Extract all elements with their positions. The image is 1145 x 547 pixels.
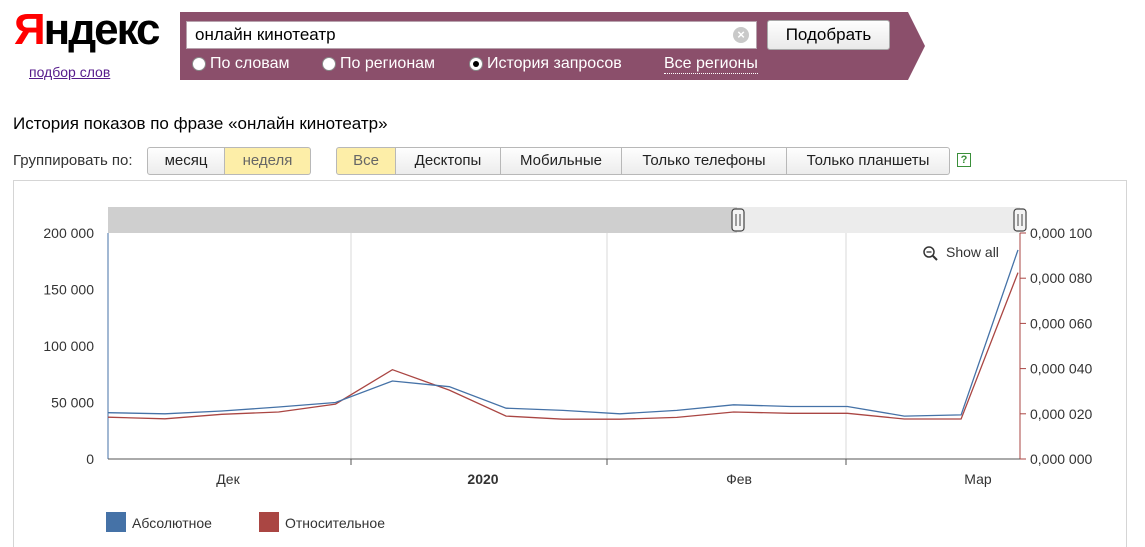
y-right-tick-label: 0,000 020 xyxy=(1030,406,1092,422)
y-left-tick-label: 50 000 xyxy=(51,395,94,411)
y-left-tick-label: 0 xyxy=(86,451,94,467)
search-input[interactable] xyxy=(186,21,757,49)
legend-relative-label[interactable]: Относительное xyxy=(285,515,385,531)
radio-icon[interactable] xyxy=(192,57,206,71)
show-all-button[interactable]: Show all xyxy=(923,244,999,261)
device-filter: Все Десктопы Мобильные Только телефоны Т… xyxy=(336,147,950,175)
grouping-label: Группировать по: xyxy=(13,152,133,169)
legend-relative-swatch[interactable] xyxy=(259,512,279,532)
device-mobile-button[interactable]: Мобильные xyxy=(501,147,622,175)
group-week-button[interactable]: неделя xyxy=(225,147,311,175)
help-icon[interactable]: ? xyxy=(957,153,971,167)
clear-icon[interactable]: × xyxy=(733,27,749,43)
y-left-tick-label: 100 000 xyxy=(43,338,94,354)
wordstat-page: Яндекс подбор слов × Подобрать По словам… xyxy=(0,0,1145,547)
series-absolute-line xyxy=(107,249,1019,417)
mode-by-regions[interactable]: По регионам xyxy=(322,55,435,73)
y-right-tick-label: 0,000 080 xyxy=(1030,270,1092,286)
yandex-logo[interactable]: Яндекс xyxy=(14,6,161,54)
x-tick-label: 2020 xyxy=(467,471,498,487)
legend-absolute-label[interactable]: Абсолютное xyxy=(132,515,212,531)
chart-canvas: 0 50 000 100 000 150 000 200 000 0,000 000 0,0… xyxy=(43,207,1092,532)
submit-button[interactable]: Подобрать xyxy=(767,20,890,50)
device-tablets-button[interactable]: Только планшеты xyxy=(787,147,950,175)
device-phones-button[interactable]: Только телефоны xyxy=(622,147,787,175)
y-right-tick-label: 0,000 100 xyxy=(1030,225,1092,241)
series-relative-line xyxy=(107,272,1019,420)
search-banner: × Подобрать По словам По регионам Истори… xyxy=(180,12,925,80)
y-right-tick-label: 0,000 000 xyxy=(1030,451,1092,467)
group-month-button[interactable]: месяц xyxy=(147,147,225,175)
all-regions-link[interactable]: Все регионы xyxy=(664,55,758,74)
y-left-tick-label: 200 000 xyxy=(43,225,94,241)
history-chart: 0 50 000 100 000 150 000 200 000 0,000 000 0,0… xyxy=(13,180,1127,547)
x-tick-label: Фев xyxy=(726,471,752,487)
y-left-tick-label: 150 000 xyxy=(43,282,94,298)
mode-by-words[interactable]: По словам xyxy=(192,55,289,73)
x-tick-label: Дек xyxy=(216,471,240,487)
show-all-label[interactable]: Show all xyxy=(946,244,999,260)
y-right-tick-label: 0,000 060 xyxy=(1030,315,1092,331)
grouping-toggle: месяц неделя xyxy=(147,147,311,175)
device-desktop-button[interactable]: Десктопы xyxy=(396,147,501,175)
navigator-left-handle[interactable] xyxy=(731,208,745,232)
navigator-selection[interactable] xyxy=(737,207,1020,233)
radio-icon[interactable] xyxy=(322,57,336,71)
page-title: История показов по фразе «онлайн кинотеа… xyxy=(13,114,388,133)
zoom-out-icon-handle xyxy=(932,255,938,261)
y-right-tick-label: 0,000 040 xyxy=(1030,361,1092,377)
navigator-right-handle[interactable] xyxy=(1013,208,1027,232)
x-tick-label: Мар xyxy=(964,471,992,487)
device-all-button[interactable]: Все xyxy=(336,147,396,175)
wordstat-home-link[interactable]: подбор слов xyxy=(29,64,110,80)
mode-history[interactable]: История запросов xyxy=(469,55,622,73)
radio-selected-icon[interactable] xyxy=(469,57,483,71)
legend-absolute-swatch[interactable] xyxy=(106,512,126,532)
